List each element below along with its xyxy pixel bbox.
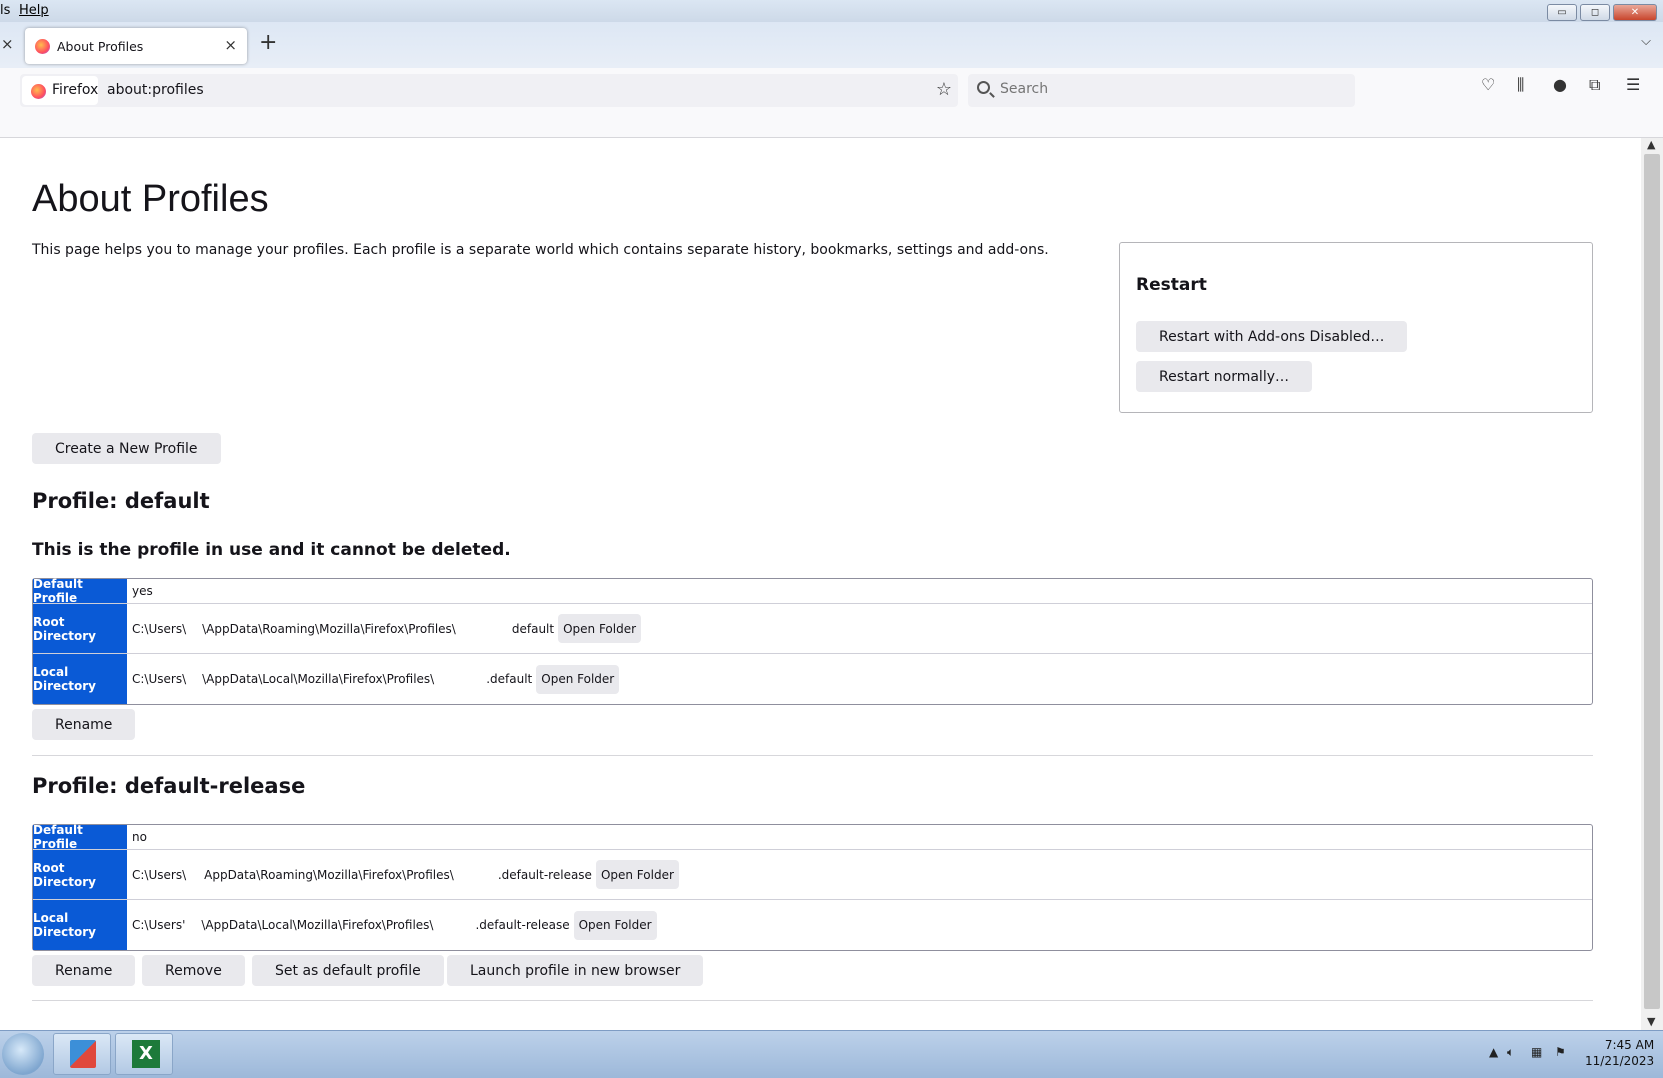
tab-title: About Profiles [57,39,144,54]
close-tab-button[interactable]: × [224,36,237,54]
root-path-prefix: C:\Users\ [132,867,187,882]
show-hidden-icons-icon[interactable]: ▲ [1489,1045,1498,1059]
menu-icon[interactable]: ☰ [1626,75,1640,94]
search-bar[interactable] [968,74,1355,107]
tab-about-profiles[interactable]: About Profiles × [25,28,247,64]
root-path-mid: \AppData\Roaming\Mozilla\Firefox\Profile… [202,621,456,636]
local-path-mid: \AppData\Local\Mozilla\Firefox\Profiles\ [202,672,435,686]
action-center-flag-icon[interactable]: ⚑ [1555,1045,1566,1059]
window-controls: ▭ ◻ ✕ [1547,4,1657,21]
rename-button[interactable]: Rename [32,709,136,740]
profile-in-use-note: This is the profile in use and it cannot… [32,540,511,560]
extensions-icon[interactable]: ⧉ [1589,75,1600,95]
page-description: This page helps you to manage your profi… [32,242,1049,258]
identity-label: Firefox [52,82,99,98]
root-path-suffix: .default-release [497,867,592,882]
taskbar-app-excel[interactable]: X [115,1033,173,1075]
firefox-icon [31,84,46,99]
menu-item-help[interactable]: Help [19,3,49,18]
table-row: Default Profile no [33,823,1592,851]
identity-box[interactable]: Firefox [22,76,98,105]
profile-table: Default Profile yes Root Directory C:\Us… [32,577,1593,705]
local-path-suffix: .default-release [475,918,570,932]
create-profile-button[interactable]: Create a New Profile [32,433,221,464]
default-profile-value: yes [132,584,153,598]
taskbar: X ▲ 🔈︎ ▦ ⚑ 7:45 AM 11/21/2023 [0,1030,1663,1078]
scroll-down-icon[interactable]: ▼ [1647,1015,1655,1028]
minimize-button[interactable]: ▭ [1547,4,1577,21]
menu-item-tools[interactable]: ls [0,3,10,18]
open-folder-button[interactable]: Open Folder [595,860,679,889]
root-path-suffix: default [511,621,555,636]
scroll-up-icon[interactable]: ▲ [1647,138,1655,151]
new-tab-button[interactable]: + [259,30,277,55]
pocket-icon[interactable]: ♡ [1481,75,1495,94]
remove-button[interactable]: Remove [142,955,245,986]
clock[interactable]: 7:45 AM 11/21/2023 [1585,1037,1654,1069]
start-button[interactable] [2,1033,44,1075]
account-icon[interactable]: ● [1553,75,1567,94]
profile-heading: Profile: default-release [32,774,306,798]
local-path-mid: \AppData\Local\Mozilla\Firefox\Profiles\ [201,918,434,932]
open-folder-button[interactable]: Open Folder [536,664,620,694]
maximize-button[interactable]: ◻ [1580,4,1610,21]
close-window-button[interactable]: ✕ [1613,4,1657,21]
clock-time: 7:45 AM [1604,1038,1655,1052]
nav-bar: Firefox about:profiles ☆ ♡ ⫼ ● ⧉ ☰ [0,68,1663,138]
table-row: Root Directory C:\Users\ \AppData\Roaming… [33,604,1592,654]
local-path-prefix: C:\Users' [132,918,186,932]
divider [32,755,1593,756]
default-profile-value: no [132,830,147,844]
clock-date: 11/21/2023 [1585,1054,1655,1068]
row-header: Local Directory [33,900,127,950]
tab-strip: × About Profiles × + ⌵ [0,22,1663,68]
firefox-icon [35,39,50,54]
table-row: Default Profile yes [33,577,1592,605]
restart-normally-button[interactable]: Restart normally… [1136,361,1312,392]
open-folder-button[interactable]: Open Folder [558,614,642,643]
open-folder-button[interactable]: Open Folder [573,910,657,940]
table-row: Local Directory C:\Users' \AppData\Local\… [33,900,1592,950]
library-icon[interactable]: ⫼ [1517,75,1524,95]
page-title: About Profiles [32,178,269,220]
root-path-mid: AppData\Roaming\Mozilla\Firefox\Profiles… [204,867,454,882]
restart-box: Restart Restart with Add-ons Disabled… R… [1119,242,1593,413]
restart-heading: Restart [1136,275,1207,295]
launch-profile-button[interactable]: Launch profile in new browser [447,955,704,986]
list-all-tabs-button[interactable]: ⌵ [1641,34,1651,49]
taskbar-app-control-panel[interactable] [53,1033,111,1075]
local-path-prefix: C:\Users\ [132,672,187,686]
profile-heading: Profile: default [32,489,210,513]
table-row: Root Directory C:\Users\ AppData\Roaming\… [33,850,1592,900]
url-text[interactable]: about:profiles [107,82,204,98]
row-header: Local Directory [33,654,127,704]
menu-bar: ls Help ▭ ◻ ✕ [0,0,1663,22]
network-icon[interactable]: ▦ [1531,1045,1542,1059]
set-default-profile-button[interactable]: Set as default profile [252,955,444,986]
rename-button[interactable]: Rename [32,955,136,986]
search-input[interactable] [998,80,1338,98]
search-icon [977,81,990,94]
row-header: Root Directory [33,850,127,899]
row-header: Default Profile [33,823,127,851]
profile-table: Default Profile no Root Directory C:\Use… [32,823,1593,951]
page-scrollbar[interactable]: ▲ ▼ [1641,138,1663,1030]
row-header: Default Profile [33,577,127,605]
table-row: Local Directory C:\Users\ \AppData\Local\… [33,654,1592,704]
bookmark-star-icon[interactable]: ☆ [936,79,952,100]
control-panel-icon [70,1040,96,1068]
url-bar[interactable]: Firefox about:profiles ☆ [20,74,958,107]
root-path-prefix: C:\Users\ [132,621,187,636]
local-path-suffix: .default [486,672,533,686]
page-content: About Profiles This page helps you to ma… [0,138,1641,1030]
close-tab-icon[interactable]: × [1,35,14,53]
row-header: Root Directory [33,604,127,653]
volume-icon[interactable]: 🔈︎ [1507,1045,1514,1060]
restart-addons-disabled-button[interactable]: Restart with Add-ons Disabled… [1136,321,1408,352]
excel-icon: X [132,1040,160,1068]
divider [32,1000,1593,1001]
scrollbar-thumb[interactable] [1644,154,1660,1009]
